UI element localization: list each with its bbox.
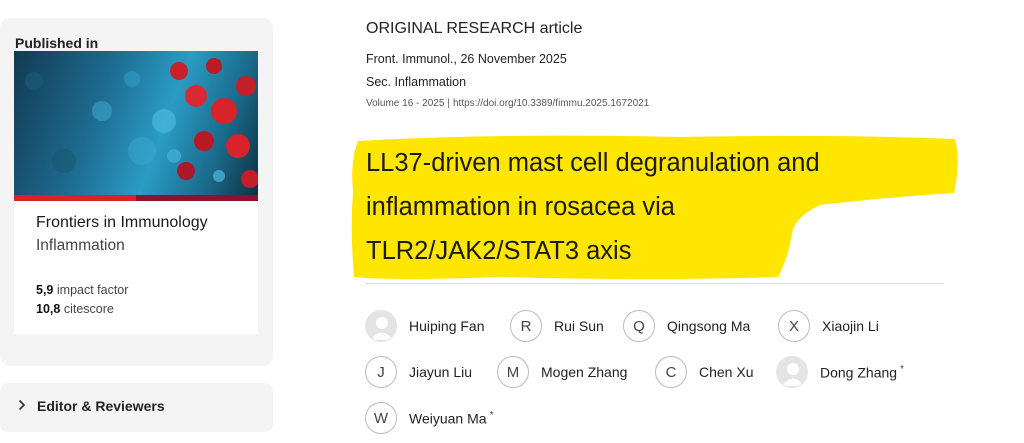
- author-item[interactable]: Huiping Fan: [365, 309, 485, 343]
- author-item[interactable]: W Weiyuan Ma *: [365, 401, 493, 435]
- corresponding-mark: *: [489, 409, 494, 421]
- separator: |: [447, 98, 450, 109]
- title-line-2: inflammation in rosacea via: [366, 193, 675, 221]
- citescore-value: 10,8: [36, 302, 61, 316]
- corresponding-mark: *: [900, 363, 904, 375]
- author-name-text: Weiyuan Ma: [409, 410, 487, 427]
- author-name: Dong Zhang *: [820, 364, 904, 381]
- user-silhouette-icon: [776, 356, 808, 388]
- journal-cover-image[interactable]: [14, 51, 258, 195]
- user-silhouette-icon: [365, 310, 397, 342]
- chevron-right-icon: [18, 399, 26, 414]
- author-initial: W: [365, 402, 397, 434]
- journal-date: Front. Immunol., 26 November 2025: [366, 52, 567, 66]
- divider: [366, 283, 944, 284]
- volume-doi: Volume 16 - 2025 | https://doi.org/10.3389…: [366, 98, 649, 109]
- author-item[interactable]: R Rui Sun: [510, 309, 604, 343]
- citescore: 10,8 citescore: [36, 302, 114, 316]
- volume: Volume 16 - 2025: [366, 98, 445, 109]
- author-item[interactable]: Dong Zhang *: [776, 355, 904, 389]
- published-in-heading: Published in: [15, 35, 99, 51]
- author-name: Qingsong Ma: [667, 318, 751, 334]
- article-type: ORIGINAL RESEARCH article: [366, 20, 583, 37]
- article-title: LL37-driven mast cell degranulation and …: [366, 141, 956, 273]
- author-name: Jiayun Liu: [409, 364, 473, 380]
- author-name: Mogen Zhang: [541, 364, 628, 380]
- impact-factor-label: impact factor: [56, 283, 129, 297]
- author-initial: Q: [623, 310, 655, 342]
- impact-factor-value: 5,9: [36, 283, 54, 297]
- author-name: Chen Xu: [699, 364, 754, 380]
- author-item[interactable]: C Chen Xu: [655, 355, 753, 389]
- title-line-1: LL37-driven mast cell degranulation and: [366, 149, 820, 177]
- author-name: Huiping Fan: [409, 318, 485, 334]
- author-name: Weiyuan Ma *: [409, 410, 493, 427]
- author-name: Rui Sun: [554, 318, 604, 334]
- journal-info: Frontiers in Immunology Inflammation 5,9…: [14, 201, 258, 334]
- author-item[interactable]: J Jiayun Liu: [365, 355, 472, 389]
- author-initial: X: [778, 310, 810, 342]
- author-item[interactable]: Q Qingsong Ma: [623, 309, 750, 343]
- title-line-3: TLR2/JAK2/STAT3 axis: [366, 237, 632, 265]
- author-initial: J: [365, 356, 397, 388]
- editor-reviewers-toggle[interactable]: Editor & Reviewers: [0, 383, 273, 432]
- editor-reviewers-label: Editor & Reviewers: [37, 398, 165, 414]
- author-initial: M: [497, 356, 529, 388]
- author-name: Xiaojin Li: [822, 318, 879, 334]
- journal-section-link[interactable]: Inflammation: [36, 237, 125, 255]
- author-initial: C: [655, 356, 687, 388]
- doi-link[interactable]: https://doi.org/10.3389/fimmu.2025.16720…: [453, 98, 649, 109]
- article-section[interactable]: Sec. Inflammation: [366, 75, 466, 89]
- journal-name-link[interactable]: Frontiers in Immunology: [36, 214, 208, 232]
- author-name-text: Dong Zhang: [820, 364, 898, 381]
- author-initial: R: [510, 310, 542, 342]
- impact-factor: 5,9 impact factor: [36, 283, 128, 297]
- citescore-label: citescore: [63, 302, 114, 316]
- author-item[interactable]: X Xiaojin Li: [778, 309, 879, 343]
- cells-illustration: [25, 58, 258, 188]
- author-item[interactable]: M Mogen Zhang: [497, 355, 627, 389]
